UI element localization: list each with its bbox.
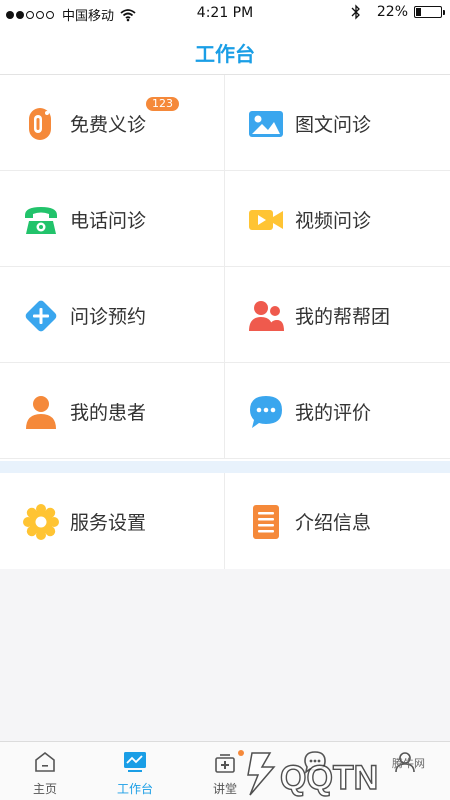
battery-percent: 22%: [376, 4, 408, 20]
status-bar: 中国移动 4:21 PM 22%: [0, 0, 450, 28]
section-divider: [0, 461, 450, 473]
grid-item-label: 图文问诊: [295, 114, 372, 136]
grid-item-help-group[interactable]: 我的帮帮团: [225, 267, 450, 363]
home-icon: [35, 751, 55, 772]
grid-item-my-patients[interactable]: 我的患者: [0, 363, 225, 459]
image-consult-icon: [249, 111, 283, 137]
battery-level: [416, 8, 421, 16]
service-grid: 免费义诊 123 图文问诊 电话问诊 视频问诊 问诊预约 我的帮帮团 我的患者 …: [0, 75, 450, 461]
grid-item-label: 电话问诊: [70, 210, 147, 232]
grid-item-video-consult[interactable]: 视频问诊: [225, 171, 450, 267]
group-icon: [249, 301, 284, 331]
phone-icon: [25, 207, 57, 234]
grid-item-intro-info[interactable]: 介绍信息: [225, 473, 450, 569]
nav-bar: 工作台: [0, 28, 450, 75]
grid-item-phone-consult[interactable]: 电话问诊: [0, 171, 225, 267]
person-icon: [26, 396, 56, 429]
notification-badge: 123: [146, 97, 179, 111]
grid-item-label: 问诊预约: [70, 306, 147, 328]
watermark-text: 腾牛网: [392, 757, 425, 770]
workbench-icon: [124, 752, 146, 772]
tab-home[interactable]: 主页: [0, 742, 90, 800]
chat-bubble-icon: [250, 396, 282, 428]
bluetooth-icon: [351, 4, 360, 20]
gear-icon: [23, 504, 59, 540]
grid-item-free-clinic[interactable]: 免费义诊 123: [0, 75, 225, 171]
grid-item-service-settings[interactable]: 服务设置: [0, 473, 225, 569]
grid-item-my-reviews[interactable]: 我的评价: [225, 363, 450, 459]
status-right: 22%: [351, 4, 445, 20]
document-icon: [253, 505, 279, 539]
workbench-screen: 中国移动 4:21 PM 22% 工作台 免费义诊 123 图文问诊 电话问诊 …: [0, 0, 450, 800]
grid-item-label: 我的患者: [70, 402, 147, 424]
watermark-logo: QQTN: [247, 752, 379, 798]
grid-item-label: 免费义诊: [70, 114, 147, 136]
video-icon: [249, 210, 283, 230]
svg-text:QQTN: QQTN: [280, 759, 378, 797]
tab-workbench[interactable]: 工作台: [90, 742, 180, 800]
grid-item-label: 服务设置: [70, 512, 147, 534]
grid-item-label: 介绍信息: [295, 512, 372, 534]
grid-item-label: 视频问诊: [295, 210, 372, 232]
grid-item-image-consult[interactable]: 图文问诊: [225, 75, 450, 171]
free-clinic-icon: [29, 108, 51, 140]
tab-label: 主页: [32, 782, 57, 796]
grid-item-label: 我的帮帮团: [295, 306, 391, 328]
classroom-icon: [215, 754, 235, 773]
tab-label: 工作台: [116, 782, 153, 796]
battery-icon: [414, 6, 445, 18]
grid-item-appointment[interactable]: 问诊预约: [0, 267, 225, 363]
plus-diamond-icon: [25, 300, 57, 332]
settings-grid: 服务设置 介绍信息: [0, 473, 450, 569]
page-title: 工作台: [195, 42, 255, 66]
grid-item-label: 我的评价: [295, 402, 372, 424]
